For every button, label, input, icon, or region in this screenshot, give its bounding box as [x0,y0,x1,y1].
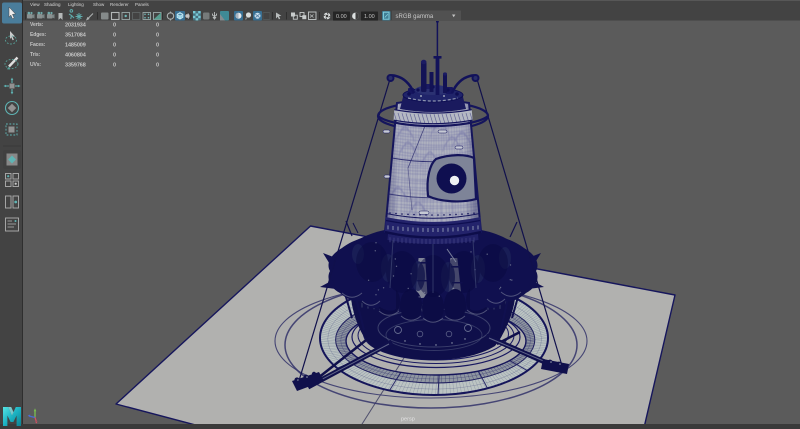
svg-text:1.00: 1.00 [364,14,375,20]
svg-text:sRGB gamma: sRGB gamma [396,14,434,20]
svg-text:0.00: 0.00 [336,14,347,20]
